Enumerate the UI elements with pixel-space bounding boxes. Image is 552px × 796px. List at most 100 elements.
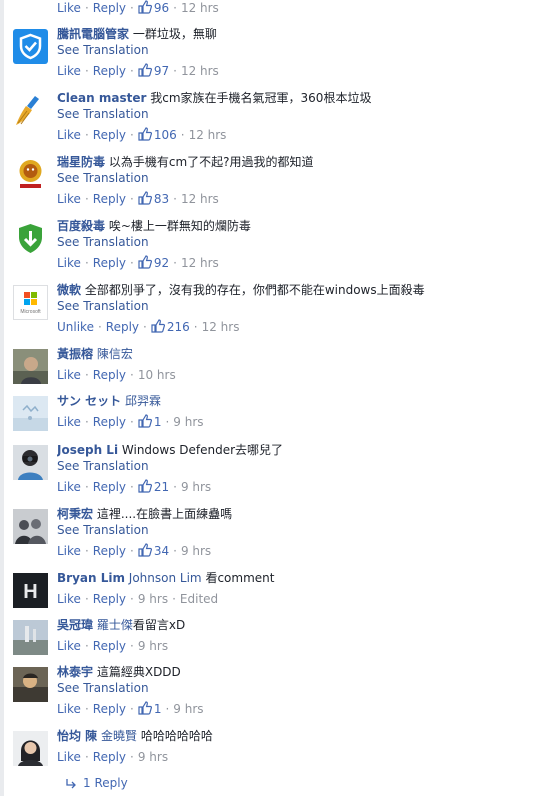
comment-author[interactable]: 騰訊電腦管家 (57, 27, 129, 41)
thumbs-up-icon[interactable] (138, 0, 152, 14)
reply-link[interactable]: Reply (93, 256, 126, 270)
see-translation-link[interactable]: See Translation (57, 458, 547, 474)
unlike-link[interactable]: Unlike (57, 320, 94, 334)
like-count[interactable]: 106 (154, 128, 177, 142)
like-count[interactable]: 96 (154, 1, 169, 15)
timestamp[interactable]: 9 hrs (181, 480, 211, 494)
thumbs-up-icon[interactable] (151, 319, 165, 333)
comment-author[interactable]: Bryan Lim (57, 571, 125, 585)
timestamp[interactable]: 9 hrs (138, 750, 168, 764)
comment-author[interactable]: 瑞星防毒 (57, 155, 105, 169)
see-translation-link[interactable]: See Translation (57, 42, 547, 58)
comment-author[interactable]: Joseph Li (57, 443, 118, 457)
like-link[interactable]: Like (57, 192, 81, 206)
thumbs-up-icon[interactable] (138, 63, 152, 77)
like-link[interactable]: Like (57, 64, 81, 78)
thumbs-up-icon[interactable] (138, 191, 152, 205)
timestamp[interactable]: 12 hrs (189, 128, 227, 142)
thumbs-up-icon[interactable] (138, 414, 152, 428)
like-link[interactable]: Like (57, 750, 81, 764)
thumbs-up-icon[interactable] (138, 127, 152, 141)
comment-author[interactable]: Clean master (57, 91, 146, 105)
like-count[interactable]: 34 (154, 544, 169, 558)
timestamp[interactable]: 9 hrs (181, 544, 211, 558)
timestamp[interactable]: 12 hrs (181, 64, 219, 78)
comment-author[interactable]: 林泰宇 (57, 665, 93, 679)
timestamp[interactable]: 12 hrs (181, 1, 219, 15)
avatar[interactable] (13, 620, 48, 655)
like-count[interactable]: 97 (154, 64, 169, 78)
comment-author[interactable]: 微軟 (57, 283, 81, 297)
tagged-user[interactable]: Johnson Lim (129, 571, 202, 585)
reply-link[interactable]: Reply (93, 702, 126, 716)
tagged-user[interactable]: 金曉賢 (101, 729, 137, 743)
baidu-shield-icon[interactable] (13, 221, 48, 256)
like-link[interactable]: Like (57, 1, 81, 15)
tagged-user[interactable]: 羅士傑 (97, 618, 133, 632)
like-count[interactable]: 83 (154, 192, 169, 206)
thumbs-up-icon[interactable] (138, 543, 152, 557)
like-link[interactable]: Like (57, 256, 81, 270)
like-link[interactable]: Like (57, 592, 81, 606)
reply-link[interactable]: Reply (93, 544, 126, 558)
timestamp[interactable]: 9 hrs (173, 702, 203, 716)
see-translation-link[interactable]: See Translation (57, 234, 547, 250)
see-translation-link[interactable]: See Translation (57, 106, 547, 122)
avatar[interactable] (13, 349, 48, 384)
reply-link[interactable]: Reply (93, 750, 126, 764)
thumbs-up-icon[interactable] (138, 479, 152, 493)
see-translation-link[interactable]: See Translation (57, 680, 547, 696)
tagged-user[interactable]: 邱羿霖 (125, 394, 161, 408)
timestamp[interactable]: 9 hrs (138, 592, 168, 606)
like-link[interactable]: Like (57, 702, 81, 716)
comment-author[interactable]: 百度殺毒 (57, 219, 105, 233)
edited-label[interactable]: Edited (180, 592, 218, 606)
timestamp[interactable]: 12 hrs (181, 256, 219, 270)
comment-author[interactable]: 吳冠瑋 (57, 618, 93, 632)
comment-author[interactable]: サン セット (57, 394, 121, 408)
view-replies-link[interactable]: 1 Reply (83, 776, 128, 790)
broom-icon[interactable] (13, 93, 48, 128)
reply-link[interactable]: Reply (106, 320, 139, 334)
avatar[interactable] (13, 667, 48, 702)
reply-link[interactable]: Reply (93, 639, 126, 653)
lion-icon[interactable] (13, 157, 48, 192)
like-link[interactable]: Like (57, 480, 81, 494)
like-link[interactable]: Like (57, 415, 81, 429)
comment-author[interactable]: 柯秉宏 (57, 507, 93, 521)
thumbs-up-icon[interactable] (138, 701, 152, 715)
see-translation-link[interactable]: See Translation (57, 298, 547, 314)
timestamp[interactable]: 9 hrs (173, 415, 203, 429)
avatar[interactable] (13, 509, 48, 544)
reply-link[interactable]: Reply (93, 480, 126, 494)
reply-link[interactable]: Reply (93, 128, 126, 142)
like-link[interactable]: Like (57, 544, 81, 558)
timestamp[interactable]: 12 hrs (181, 192, 219, 206)
like-count[interactable]: 92 (154, 256, 169, 270)
timestamp[interactable]: 12 hrs (202, 320, 240, 334)
like-count[interactable]: 216 (167, 320, 190, 334)
h-letter-icon[interactable]: H (13, 573, 48, 608)
reply-link[interactable]: Reply (93, 64, 126, 78)
microsoft-logo-icon[interactable]: Microsoft (13, 285, 48, 320)
reply-link[interactable]: Reply (93, 415, 126, 429)
reply-link[interactable]: Reply (93, 192, 126, 206)
see-translation-link[interactable]: See Translation (57, 170, 547, 186)
like-link[interactable]: Like (57, 368, 81, 382)
see-translation-link[interactable]: See Translation (57, 522, 547, 538)
comment-author[interactable]: 怡均 陳 (57, 729, 97, 743)
reply-link[interactable]: Reply (93, 592, 126, 606)
like-count[interactable]: 21 (154, 480, 169, 494)
like-link[interactable]: Like (57, 639, 81, 653)
avatar[interactable] (13, 445, 48, 480)
like-link[interactable]: Like (57, 128, 81, 142)
tencent-shield-icon[interactable] (13, 29, 48, 64)
avatar[interactable] (13, 731, 48, 766)
thumbs-up-icon[interactable] (138, 255, 152, 269)
reply-link[interactable]: Reply (93, 368, 126, 382)
comment-author[interactable]: 黃振榕 (57, 347, 93, 361)
tagged-user[interactable]: 陳信宏 (97, 347, 133, 361)
reply-link[interactable]: Reply (93, 1, 126, 15)
timestamp[interactable]: 10 hrs (138, 368, 176, 382)
timestamp[interactable]: 9 hrs (138, 639, 168, 653)
